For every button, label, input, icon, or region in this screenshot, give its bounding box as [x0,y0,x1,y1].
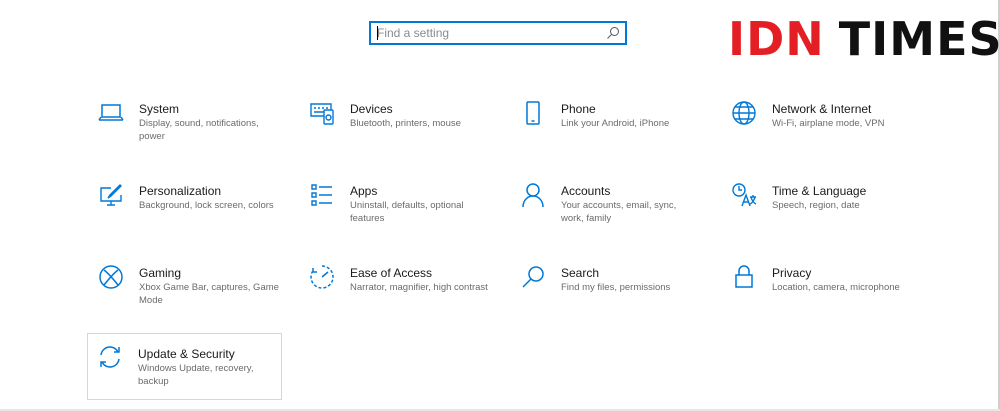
time-language-icon [731,182,757,208]
search-input[interactable] [377,24,597,42]
tile-title: Privacy [772,266,812,280]
logo-part-times: TIMES [838,12,1000,66]
tile-description: Display, sound, notifications, power [139,118,259,142]
tile-search[interactable]: Search Find my files, permissions [510,256,703,322]
tile-description: Location, camera, microphone [772,282,900,293]
tile-description: Speech, region, date [772,200,860,211]
logo-part-idn: IDN [728,12,825,66]
tile-title: Gaming [139,266,182,280]
tile-description: Wi-Fi, airplane mode, VPN [772,118,885,129]
tile-title: Search [561,266,600,280]
tile-description: Background, lock screen, colors [139,200,274,211]
search-icon[interactable] [605,25,621,41]
tile-title: Update & Security [138,347,235,361]
lock-icon [731,264,757,290]
tile-title: Apps [350,184,378,198]
keyboard-icon [309,100,335,126]
tile-title: Time & Language [772,184,867,198]
tile-phone[interactable]: Phone Link your Android, iPhone [510,92,703,158]
person-icon [520,182,546,208]
tile-description: Uninstall, defaults, optional features [350,200,464,224]
tile-title: Personalization [139,184,222,198]
tile-devices[interactable]: Devices Bluetooth, printers, mouse [299,92,492,158]
apps-list-icon [309,182,335,208]
tile-network-internet[interactable]: Network & Internet Wi-Fi, airplane mode,… [721,92,914,158]
tile-title: Accounts [561,184,611,198]
idn-times-logo: IDN TIMES [728,12,1000,66]
sync-icon [97,344,123,370]
ease-of-access-icon [309,264,335,290]
tile-description: Narrator, magnifier, high contrast [350,282,488,293]
tile-title: System [139,102,180,116]
globe-icon [731,100,757,126]
tile-title: Devices [350,102,393,116]
tile-time-language[interactable]: Time & Language Speech, region, date [721,174,914,240]
tile-description: Xbox Game Bar, captures, Game Mode [139,282,279,306]
paint-monitor-icon [98,182,124,208]
tile-title: Ease of Access [350,266,433,280]
tile-description: Link your Android, iPhone [561,118,670,129]
text-caret [377,26,378,40]
tile-description: Find my files, permissions [561,282,671,293]
tile-description: Bluetooth, printers, mouse [350,118,461,129]
search-box[interactable] [369,21,627,45]
search-icon [520,264,546,290]
tile-description: Windows Update, recovery, backup [138,363,254,387]
laptop-icon [98,100,124,126]
phone-icon [520,100,546,126]
tile-privacy[interactable]: Privacy Location, camera, microphone [721,256,914,322]
tile-ease-of-access[interactable]: Ease of Access Narrator, magnifier, high… [299,256,492,322]
tile-title: Phone [561,102,596,116]
xbox-icon [98,264,124,290]
tile-gaming[interactable]: Gaming Xbox Game Bar, captures, Game Mod… [88,256,281,322]
tile-update-security[interactable]: Update & Security Windows Update, recove… [87,333,282,400]
tile-personalization[interactable]: Personalization Background, lock screen,… [88,174,281,240]
tile-title: Network & Internet [772,102,872,116]
tile-description: Your accounts, email, sync, work, family [561,200,677,224]
tile-accounts[interactable]: Accounts Your accounts, email, sync, wor… [510,174,703,240]
tile-apps[interactable]: Apps Uninstall, defaults, optional featu… [299,174,492,240]
tile-system[interactable]: System Display, sound, notifications, po… [88,92,281,158]
